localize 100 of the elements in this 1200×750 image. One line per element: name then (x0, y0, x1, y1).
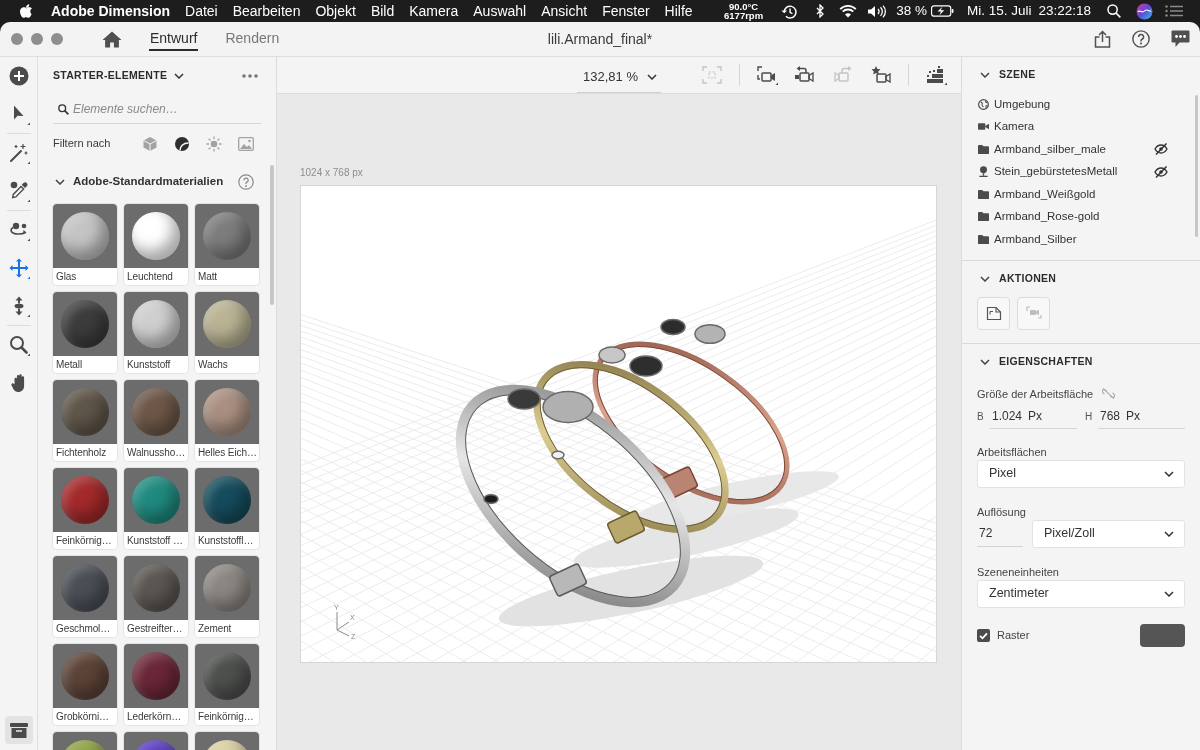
section-title[interactable]: AKTIONEN (999, 270, 1057, 287)
tab[interactable]: Rendern (224, 27, 281, 51)
menu-item[interactable]: Bearbeiten (232, 0, 301, 22)
menu-item[interactable]: Hilfe (664, 0, 693, 22)
chevron-down-icon[interactable] (1164, 530, 1174, 537)
chevron-down-icon[interactable] (980, 358, 990, 365)
layer-row[interactable]: Armband_Rose-gold (962, 205, 1200, 228)
artboard-unit-select[interactable]: Pixel (977, 459, 1185, 488)
app-menu[interactable]: Adobe Dimension (51, 0, 170, 22)
menu-item[interactable]: Kamera (409, 0, 459, 22)
wifi-icon[interactable] (839, 4, 858, 18)
zoom-button[interactable] (51, 33, 63, 45)
material-tile[interactable]: Kunststoff … (124, 468, 188, 549)
render-preview-icon[interactable] (925, 65, 947, 85)
material-tile[interactable]: Metall (53, 292, 117, 373)
menu-item[interactable]: Datei (185, 0, 218, 22)
material-tile[interactable]: Zement (195, 556, 259, 637)
archive-button[interactable] (5, 716, 33, 744)
fit-artboard-button[interactable] (977, 296, 1010, 330)
eye-off-icon[interactable] (1154, 143, 1168, 156)
star-camera-icon[interactable] (870, 65, 892, 85)
section-title[interactable]: SZENE (999, 67, 1036, 83)
menu-item[interactable]: Auswahl (473, 0, 527, 22)
assistant-orb-icon[interactable] (1136, 2, 1153, 20)
section-title[interactable]: Adobe-Standardmaterialien (73, 172, 224, 191)
material-label: Fichtenholz (55, 446, 108, 460)
close-button[interactable] (11, 33, 23, 45)
material-tile[interactable]: Leuchtend (124, 204, 188, 285)
material-tile[interactable]: Wachs (195, 292, 259, 373)
material-tile[interactable]: Helles Eich… (195, 380, 259, 461)
time-machine-icon[interactable] (781, 3, 798, 19)
camera-frame-icon[interactable] (756, 65, 778, 85)
layer-row[interactable]: Stein_gebürstetesMetall (962, 160, 1200, 183)
layer-row[interactable]: Armband_Silber (962, 228, 1200, 251)
bluetooth-icon[interactable] (816, 4, 825, 18)
scrollbar-thumb[interactable] (270, 165, 274, 305)
material-tile[interactable]: Grobkörni… (53, 644, 117, 725)
material-tile[interactable]: Feinkörnig… (53, 468, 117, 549)
minimize-button[interactable] (31, 33, 43, 45)
material-tile[interactable]: Gestreifter… (124, 556, 188, 637)
material-tile[interactable]: Fichtenholz (53, 380, 117, 461)
chevron-down-icon[interactable] (55, 178, 65, 185)
help-icon[interactable] (238, 173, 254, 190)
material-sphere-icon[interactable] (174, 135, 190, 152)
magic-wand-icon[interactable] (7, 142, 30, 164)
search-icon[interactable] (1107, 4, 1121, 18)
material-tile[interactable]: Kunststoff (124, 292, 188, 373)
comment-icon[interactable] (1171, 30, 1190, 48)
chevron-down-icon[interactable] (174, 73, 185, 79)
tab[interactable]: Entwurf (149, 27, 199, 51)
material-tile[interactable]: Matt (195, 204, 259, 285)
zoom-icon[interactable] (7, 334, 30, 356)
chevron-down-icon[interactable] (646, 74, 657, 80)
resolution-field[interactable]: 72 (977, 520, 1023, 547)
volume-icon[interactable] (867, 4, 888, 18)
layer-row[interactable]: Kamera (962, 115, 1200, 138)
chevron-down-icon[interactable] (1164, 590, 1174, 597)
material-tile[interactable]: Kunststoffl… (195, 468, 259, 549)
section-title[interactable]: EIGENSCHAFTEN (999, 353, 1093, 370)
layer-row[interactable]: Umgebung (962, 93, 1200, 116)
home-icon[interactable] (102, 30, 122, 48)
material-label: Feinkörnig… (197, 710, 255, 724)
more-icon[interactable] (242, 74, 258, 78)
raster-checkbox[interactable] (977, 628, 990, 642)
folder-icon (978, 143, 989, 155)
resolution-unit-select[interactable]: Pixel/Zoll (1032, 519, 1185, 548)
scrollbar-thumb[interactable] (1195, 95, 1198, 237)
chevron-down-icon[interactable] (980, 72, 990, 78)
grid-color-swatch[interactable] (1140, 623, 1185, 647)
scene-units-select[interactable]: Zentimeter (977, 579, 1185, 608)
menu-item[interactable]: Bild (370, 0, 395, 22)
move-arrows-icon[interactable] (7, 257, 30, 279)
battery-charging-icon[interactable] (930, 5, 954, 17)
material-tile[interactable]: Geschmol… (53, 556, 117, 637)
chevron-down-icon[interactable] (980, 275, 990, 282)
search-field[interactable]: Elemente suchen… (53, 95, 261, 124)
material-tile[interactable]: Feinkörnig… (195, 644, 259, 725)
menu-item[interactable]: Ansicht (541, 0, 588, 22)
menu-item[interactable]: Fenster (602, 0, 650, 22)
list-icon[interactable] (1165, 5, 1183, 17)
temperature-text: 90.0°C (729, 2, 759, 11)
fan-speed-text: 6177rpm (724, 11, 764, 20)
layer-row[interactable]: Armband_silber_male (962, 138, 1200, 161)
material-tile[interactable]: Glas (53, 204, 117, 285)
share-icon[interactable] (1094, 30, 1111, 48)
panel-title[interactable]: STARTER-ELEMENTE (53, 68, 168, 84)
width-field[interactable]: 1.024 Px (990, 403, 1077, 429)
camera-undo-icon[interactable] (794, 65, 816, 85)
height-field[interactable]: 768 Px (1098, 403, 1185, 429)
apple-icon[interactable] (20, 4, 32, 18)
layer-row[interactable]: Armband_Weißgold (962, 183, 1200, 206)
material-tile[interactable]: Walnussho… (124, 380, 188, 461)
eye-off-icon[interactable] (1154, 165, 1168, 178)
add-icon[interactable] (8, 66, 29, 86)
zoom-dropdown[interactable]: 132,81 % (577, 61, 661, 93)
search-icon (58, 104, 69, 115)
menu-item[interactable]: Objekt (315, 0, 356, 22)
material-tile[interactable]: Lederkörn… (124, 644, 188, 725)
help-icon[interactable] (1132, 30, 1150, 48)
chevron-down-icon[interactable] (1164, 470, 1174, 477)
